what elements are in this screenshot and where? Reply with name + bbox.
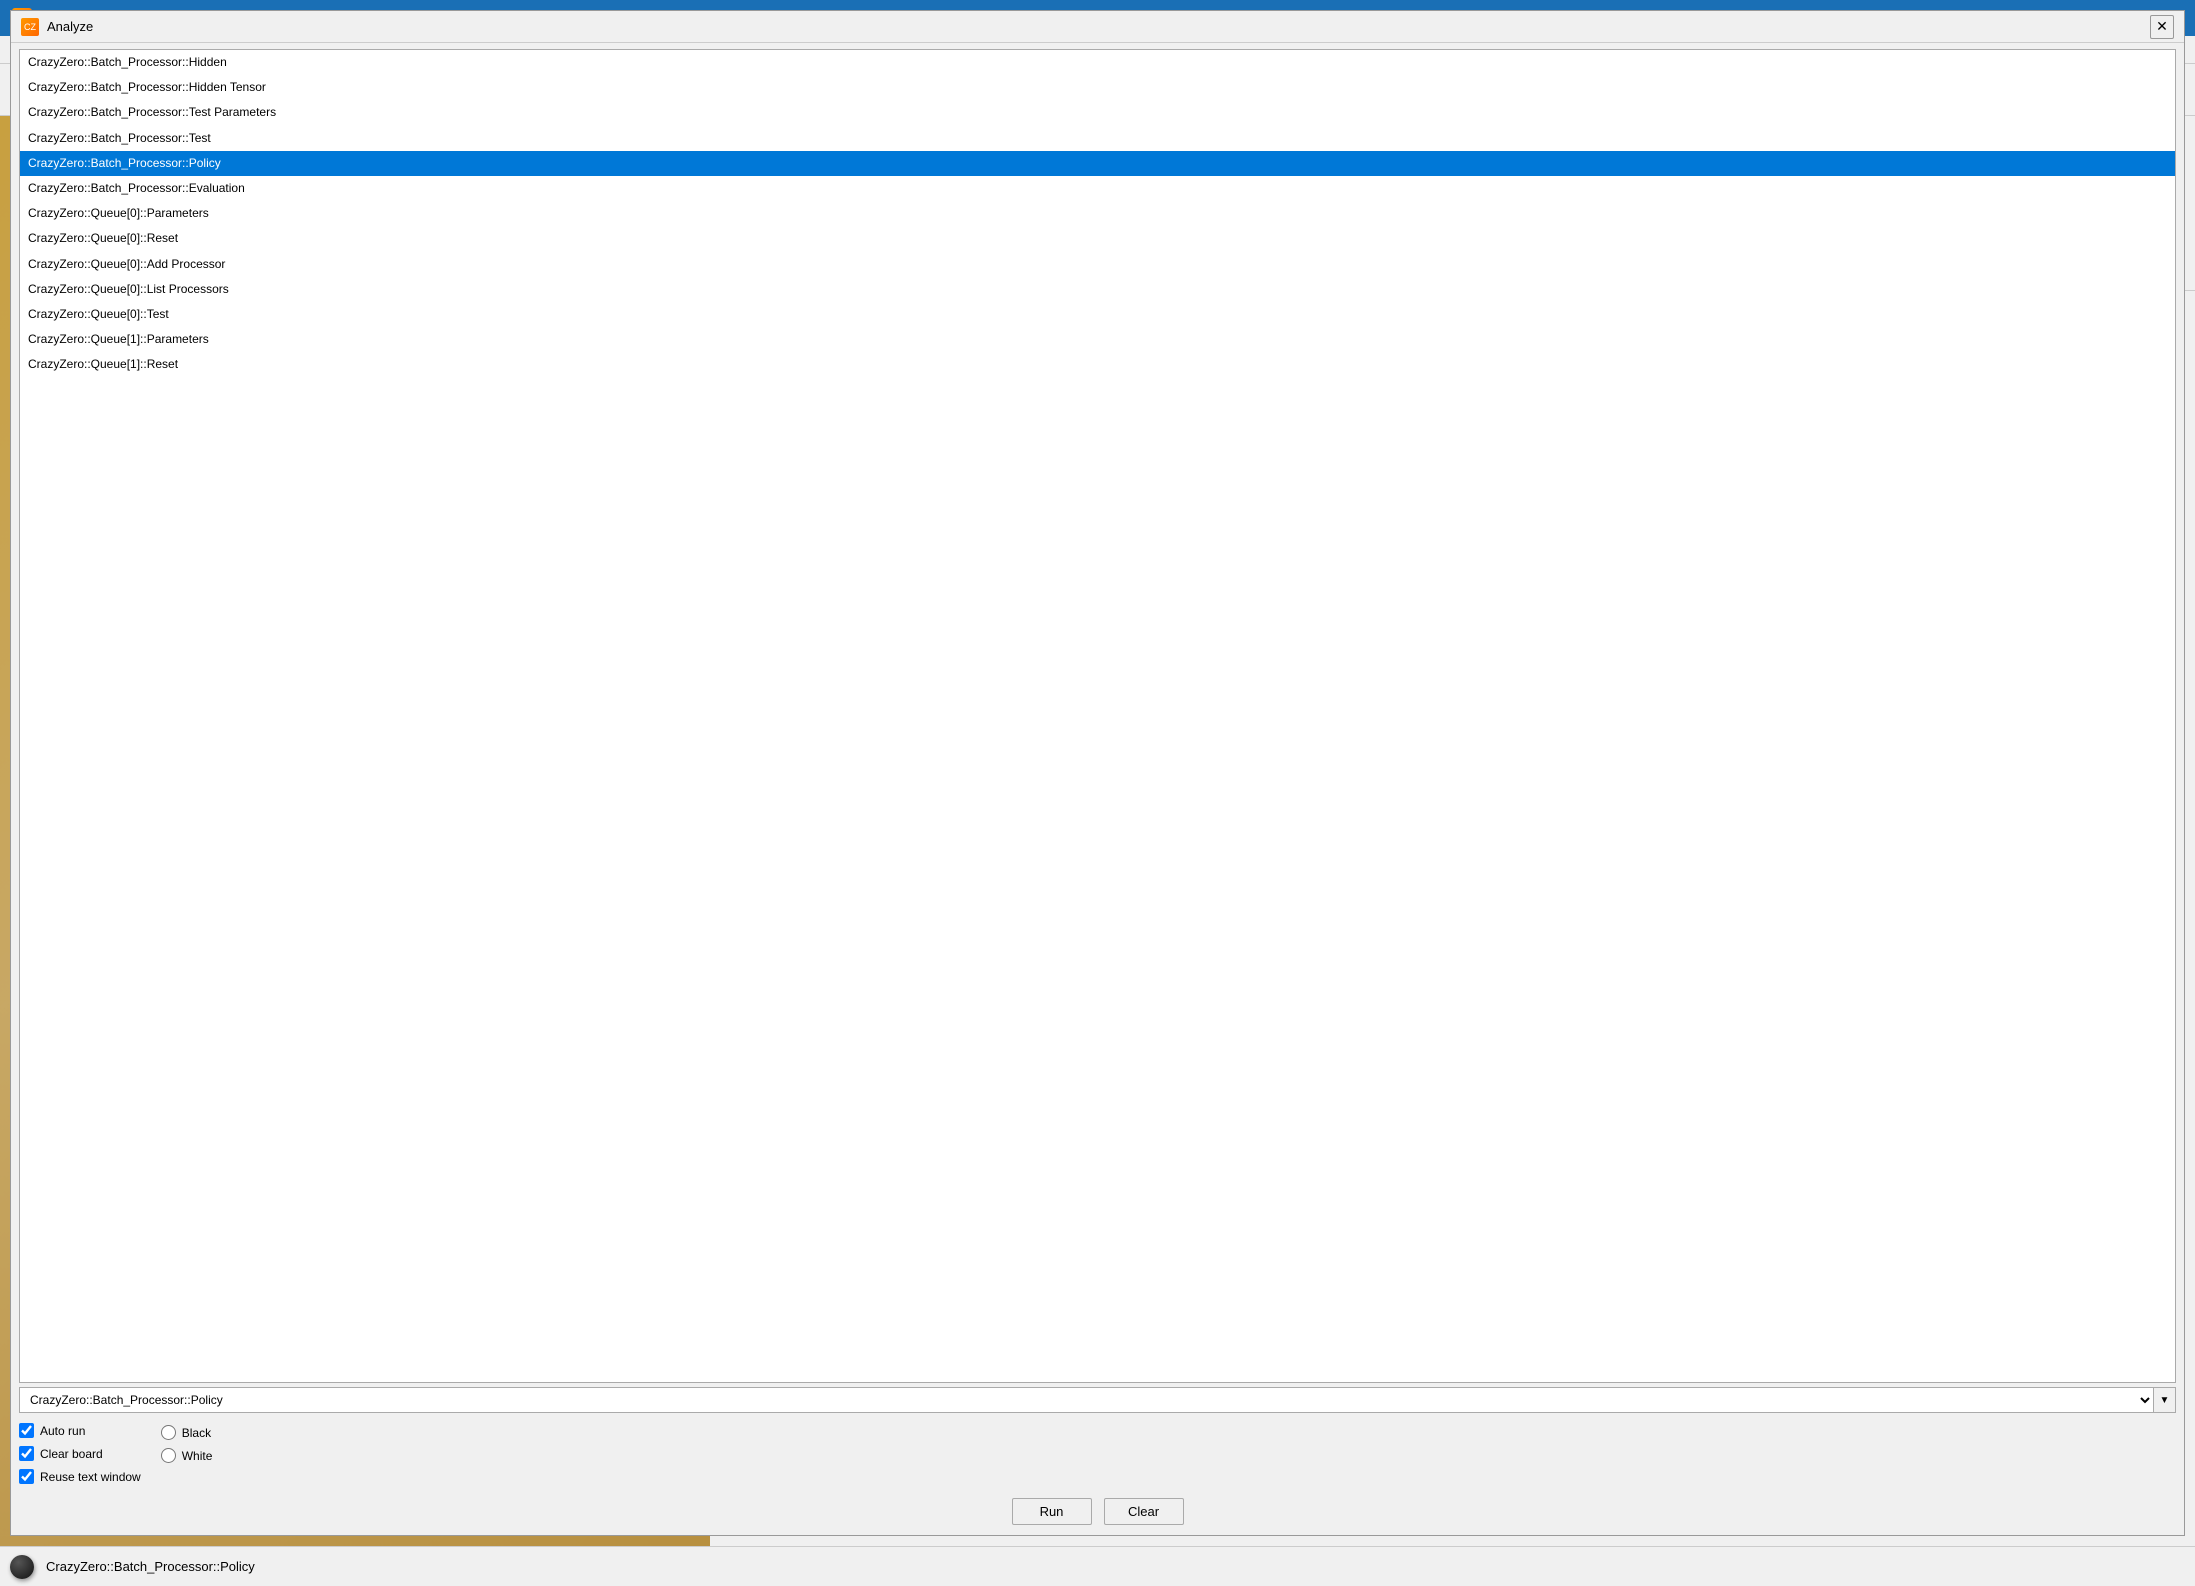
list-item[interactable]: CrazyZero::Batch_Processor::Policy xyxy=(20,151,2175,176)
black-radio-label: Black xyxy=(182,1426,211,1440)
list-item[interactable]: CrazyZero::Batch_Processor::Evaluation xyxy=(20,176,2175,201)
right-panel: 02:20 00:10 0 0 CZ Analyze ✕ xyxy=(710,116,2195,1546)
radios-column: Black White xyxy=(161,1423,213,1484)
list-item[interactable]: CrazyZero::Queue[1]::Reset xyxy=(20,352,2175,377)
run-button[interactable]: Run xyxy=(1012,1498,1092,1525)
white-radio-row[interactable]: White xyxy=(161,1448,213,1463)
analyze-dialog: CZ Analyze ✕ CrazyZero::Batch_Processor:… xyxy=(10,10,2185,1536)
dialog-title: Analyze xyxy=(47,19,2150,34)
black-radio-row[interactable]: Black xyxy=(161,1425,213,1440)
dialog-titlebar: CZ Analyze ✕ xyxy=(11,11,2184,43)
white-radio[interactable] xyxy=(161,1448,176,1463)
reuse-text-checkbox[interactable] xyxy=(19,1469,34,1484)
list-item[interactable]: CrazyZero::Queue[0]::Parameters xyxy=(20,201,2175,226)
status-stone-icon xyxy=(10,1555,34,1579)
list-item[interactable]: CrazyZero::Queue[0]::Test xyxy=(20,302,2175,327)
auto-run-label: Auto run xyxy=(40,1424,85,1438)
black-radio[interactable] xyxy=(161,1425,176,1440)
auto-run-checkbox-row[interactable]: Auto run xyxy=(19,1423,141,1438)
reuse-text-checkbox-row[interactable]: Reuse text window xyxy=(19,1469,141,1484)
list-item[interactable]: CrazyZero::Queue[0]::Add Processor xyxy=(20,252,2175,277)
list-item[interactable]: CrazyZero::Batch_Processor::Hidden Tenso… xyxy=(20,75,2175,100)
checkboxes-column: Auto run Clear board Reuse text window xyxy=(19,1423,141,1484)
dropdown-row: CrazyZero::Batch_Processor::HiddenCrazyZ… xyxy=(19,1387,2176,1413)
list-item[interactable]: CrazyZero::Queue[0]::List Processors xyxy=(20,277,2175,302)
main-area: 02:20 00:10 0 0 CZ Analyze ✕ xyxy=(0,116,2195,1546)
dropdown-arrow-button[interactable]: ▼ xyxy=(2154,1387,2176,1413)
status-bar: CrazyZero::Batch_Processor::Policy xyxy=(0,1546,2195,1586)
analyze-dropdown[interactable]: CrazyZero::Batch_Processor::HiddenCrazyZ… xyxy=(19,1387,2154,1413)
dialog-app-icon: CZ xyxy=(21,18,39,36)
clear-button[interactable]: Clear xyxy=(1104,1498,1184,1525)
dialog-close-button[interactable]: ✕ xyxy=(2150,15,2174,39)
list-item[interactable]: CrazyZero::Batch_Processor::Test Paramet… xyxy=(20,100,2175,125)
analyze-list[interactable]: CrazyZero::Batch_Processor::HiddenCrazyZ… xyxy=(19,49,2176,1383)
white-radio-label: White xyxy=(182,1449,213,1463)
clear-board-checkbox[interactable] xyxy=(19,1446,34,1461)
options-area: Auto run Clear board Reuse text window B… xyxy=(19,1423,2176,1484)
status-text: CrazyZero::Batch_Processor::Policy xyxy=(46,1559,255,1574)
list-item[interactable]: CrazyZero::Queue[0]::Reset xyxy=(20,226,2175,251)
buttons-row: Run Clear xyxy=(19,1498,2176,1525)
list-item[interactable]: CrazyZero::Queue[1]::Parameters xyxy=(20,327,2175,352)
reuse-text-label: Reuse text window xyxy=(40,1470,141,1484)
clear-board-checkbox-row[interactable]: Clear board xyxy=(19,1446,141,1461)
auto-run-checkbox[interactable] xyxy=(19,1423,34,1438)
list-item[interactable]: CrazyZero::Batch_Processor::Test xyxy=(20,126,2175,151)
list-item[interactable]: CrazyZero::Batch_Processor::Hidden xyxy=(20,50,2175,75)
clear-board-label: Clear board xyxy=(40,1447,103,1461)
